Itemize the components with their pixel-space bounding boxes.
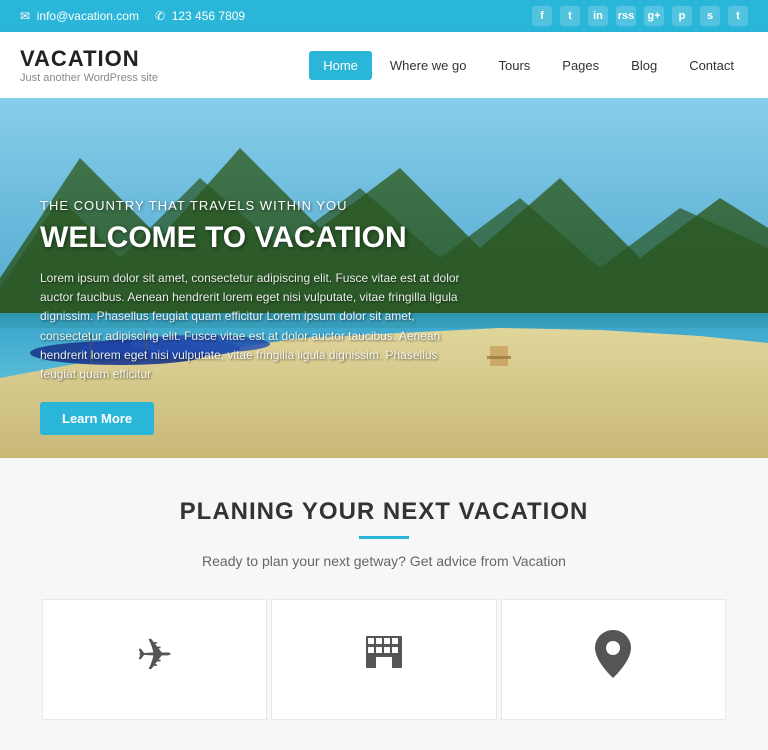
envelope-icon xyxy=(20,9,30,23)
planning-subtitle: Ready to plan your next getway? Get advi… xyxy=(20,553,748,569)
facebook-icon[interactable]: f xyxy=(532,6,552,26)
hero-subtitle: THE COUNTRY THAT TRAVELS WITHIN YOU xyxy=(40,198,460,213)
planning-divider xyxy=(359,536,409,539)
nav-where-we-go[interactable]: Where we go xyxy=(376,51,481,80)
tumblr-icon[interactable]: t xyxy=(728,6,748,26)
social-links: f t in rss g+ p s t xyxy=(532,6,748,26)
card-location xyxy=(501,599,726,720)
planning-section: PLANING YOUR NEXT VACATION Ready to plan… xyxy=(0,458,768,750)
skype-icon[interactable]: s xyxy=(700,6,720,26)
hero-content: THE COUNTRY THAT TRAVELS WITHIN YOU WELC… xyxy=(40,198,460,435)
cards-row: ✈ xyxy=(20,599,748,720)
rss-icon[interactable]: rss xyxy=(616,6,636,26)
nav-home[interactable]: Home xyxy=(309,51,372,80)
phone-link[interactable]: 123 456 7809 xyxy=(155,9,245,23)
googleplus-icon[interactable]: g+ xyxy=(644,6,664,26)
card-hotel xyxy=(271,599,496,720)
planning-title: PLANING YOUR NEXT VACATION xyxy=(20,498,748,526)
pinterest-icon[interactable]: p xyxy=(672,6,692,26)
hero-title: WELCOME TO VACATION xyxy=(40,221,460,255)
top-bar: info@vacation.com 123 456 7809 f t in rs… xyxy=(0,0,768,32)
email-link[interactable]: info@vacation.com xyxy=(20,9,139,23)
main-navigation: Home Where we go Tours Pages Blog Contac… xyxy=(309,51,748,80)
nav-contact[interactable]: Contact xyxy=(675,51,748,80)
site-header: VACATION Just another WordPress site Hom… xyxy=(0,32,768,98)
nav-pages[interactable]: Pages xyxy=(548,51,613,80)
logo-area: VACATION Just another WordPress site xyxy=(20,46,158,84)
hero-section: THE COUNTRY THAT TRAVELS WITHIN YOU WELC… xyxy=(0,98,768,458)
hero-learn-more-button[interactable]: Learn More xyxy=(40,402,154,435)
nav-blog[interactable]: Blog xyxy=(617,51,671,80)
twitter-icon[interactable]: t xyxy=(560,6,580,26)
phone-icon xyxy=(155,9,165,23)
location-icon xyxy=(595,630,631,689)
hotel-icon xyxy=(362,630,406,684)
linkedin-icon[interactable]: in xyxy=(588,6,608,26)
card-flight: ✈ xyxy=(42,599,267,720)
top-bar-contact: info@vacation.com 123 456 7809 xyxy=(20,9,245,23)
flight-icon: ✈ xyxy=(136,630,173,681)
hero-body-text: Lorem ipsum dolor sit amet, consectetur … xyxy=(40,269,460,384)
nav-tours[interactable]: Tours xyxy=(484,51,544,80)
site-tagline: Just another WordPress site xyxy=(20,72,158,84)
site-logo[interactable]: VACATION xyxy=(20,46,158,72)
